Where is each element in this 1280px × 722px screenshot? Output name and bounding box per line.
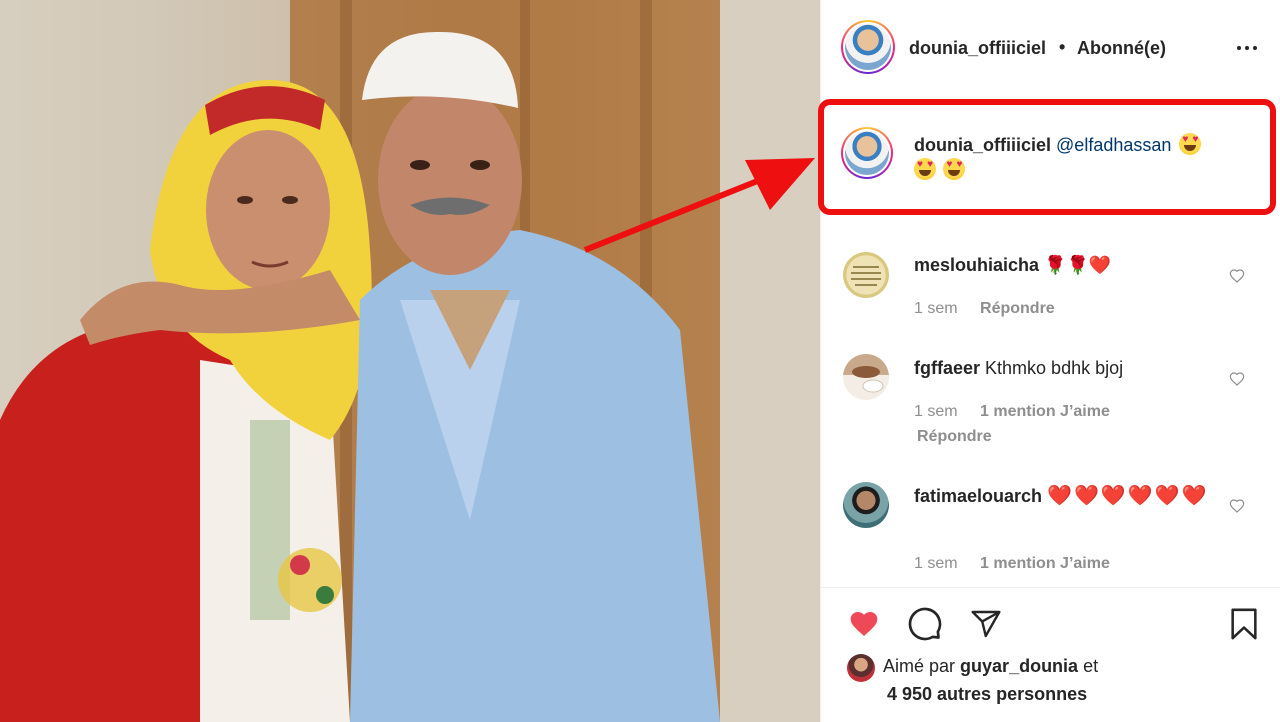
likes-count-button[interactable]: 4 950 autres personnes [887,684,1087,705]
comment-icon[interactable] [907,606,943,642]
comment-like-heart-icon[interactable] [1229,268,1245,284]
header-separator: • [1059,37,1066,57]
comment-text: 🌹🌹❤️ [1044,255,1112,275]
liked-by-prefix: Aimé par [883,656,956,676]
liked-by-text: Aimé par guyar_dounia et [883,656,1098,677]
bookmark-icon[interactable] [1227,606,1261,642]
more-options-icon[interactable] [1237,46,1259,52]
comment-avatar[interactable] [843,482,889,528]
photo-illustration [0,0,820,722]
comment-meta: 1 sem 1 mention J’aime [914,555,1110,573]
comment-meta: 1 sem 1 mention J’aime [914,403,1110,421]
reply-button[interactable]: Répondre [980,300,1055,317]
actions-divider [821,587,1280,588]
comment-time[interactable]: 1 sem [914,555,958,572]
comment-row: fgffaeer Kthmko bdhk bjoj [914,358,1123,379]
reply-button[interactable]: Répondre [917,428,992,446]
comment-username[interactable]: meslouhiaicha [914,255,1039,275]
post-photo [0,0,820,722]
comment-username[interactable]: fatimaelouarch [914,486,1042,506]
liker-username[interactable]: guyar_dounia [960,656,1078,676]
comment-meta: 1 sem Répondre [914,300,1055,318]
comment-text: Kthmko bdhk bjoj [985,358,1124,378]
comment-row: meslouhiaicha 🌹🌹❤️ [914,255,1111,276]
heart-filled-icon[interactable] [847,608,881,640]
comment-time[interactable]: 1 sem [914,300,958,317]
comment-username[interactable]: fgffaeer [914,358,980,378]
comment-avatar[interactable] [843,252,889,298]
caption-highlight-box [818,99,1276,215]
comment-likes-count[interactable]: 1 mention J’aime [980,403,1110,420]
comment-like-heart-icon[interactable] [1229,498,1245,514]
share-icon[interactable] [969,608,1003,640]
comment-time[interactable]: 1 sem [914,403,958,420]
comment-like-heart-icon[interactable] [1229,371,1245,387]
follow-status-button[interactable]: Abonné(e) [1077,38,1166,59]
header-avatar[interactable] [841,20,895,74]
liker-avatar[interactable] [847,654,875,682]
comment-text: ❤️❤️❤️❤️❤️❤️ [1047,485,1209,507]
comment-row: fatimaelouarch ❤️❤️❤️❤️❤️❤️ [914,484,1214,508]
comment-avatar[interactable] [843,354,889,400]
comment-likes-count[interactable]: 1 mention J’aime [980,555,1110,572]
liked-by-suffix: et [1083,656,1099,676]
header-username[interactable]: dounia_offiiiciel [909,38,1046,59]
